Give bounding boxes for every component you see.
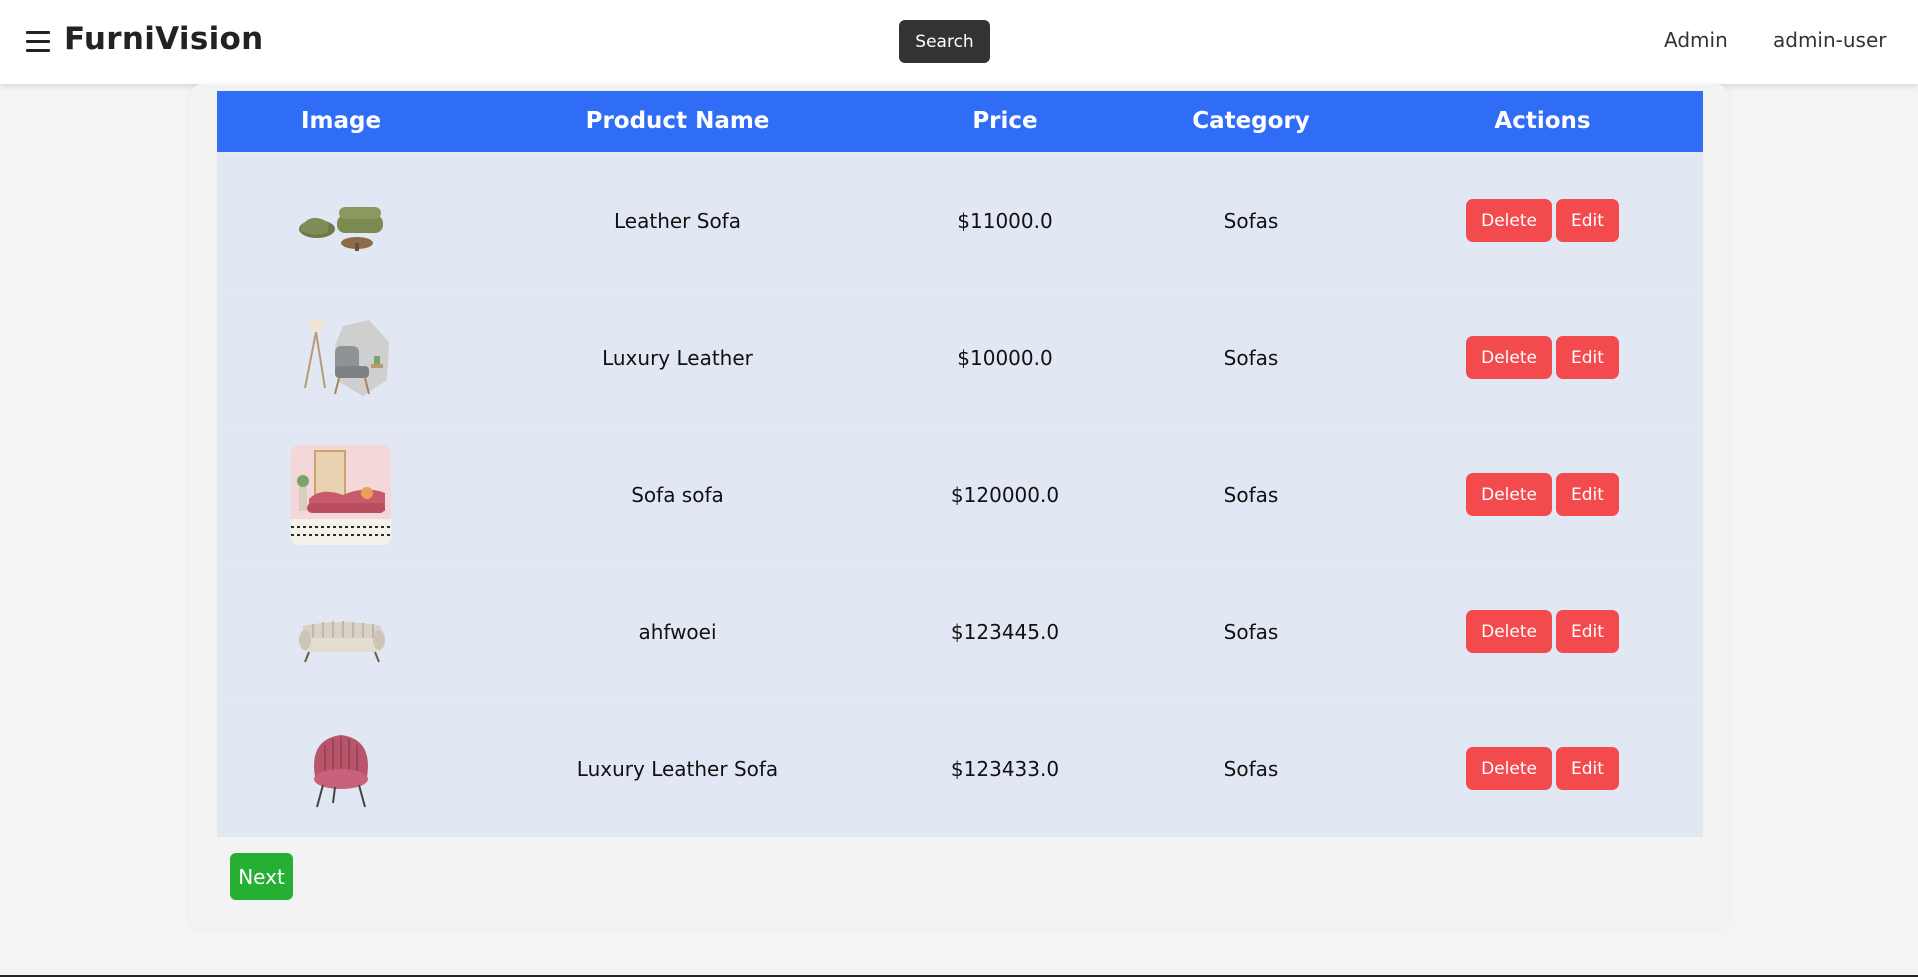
table-header-row: Image Product Name Price Category Action… bbox=[217, 91, 1703, 152]
delete-button[interactable]: Delete bbox=[1466, 199, 1552, 242]
price-cell: $123445.0 bbox=[890, 562, 1120, 700]
category-cell: Sofas bbox=[1120, 151, 1382, 289]
product-image bbox=[291, 582, 391, 682]
table-row: Luxury Leather $10000.0 Sofas Delete Edit bbox=[217, 288, 1703, 426]
product-image bbox=[291, 308, 391, 408]
product-name-cell: ahfwoei bbox=[465, 562, 890, 700]
product-image bbox=[291, 171, 391, 271]
category-cell: Sofas bbox=[1120, 699, 1382, 837]
column-header-price: Price bbox=[890, 91, 1120, 152]
image-cell bbox=[217, 562, 465, 700]
nav-link-admin-user[interactable]: admin-user bbox=[1773, 28, 1887, 52]
image-cell bbox=[217, 151, 465, 289]
edit-button[interactable]: Edit bbox=[1555, 336, 1619, 379]
table-row: Leather Sofa $11000.0 Sofas Delete Edit bbox=[217, 151, 1703, 289]
column-header-actions: Actions bbox=[1382, 91, 1703, 152]
image-cell bbox=[217, 699, 465, 837]
price-cell: $123433.0 bbox=[890, 699, 1120, 837]
column-header-product-name: Product Name bbox=[465, 91, 890, 152]
table-row: ahfwoei $123445.0 Sofas Delete Edit bbox=[217, 562, 1703, 700]
actions-cell: Delete Edit bbox=[1382, 288, 1703, 426]
edit-button[interactable]: Edit bbox=[1555, 747, 1619, 791]
column-header-category: Category bbox=[1120, 91, 1382, 152]
hamburger-menu-icon[interactable] bbox=[26, 26, 50, 56]
product-image bbox=[291, 444, 391, 545]
product-name-cell: Luxury Leather bbox=[465, 288, 890, 426]
products-table: Image Product Name Price Category Action… bbox=[217, 91, 1703, 837]
product-name-cell: Leather Sofa bbox=[465, 151, 890, 289]
product-name-cell: Luxury Leather Sofa bbox=[465, 699, 890, 837]
delete-button[interactable]: Delete bbox=[1466, 747, 1552, 791]
product-name-cell: Sofa sofa bbox=[465, 425, 890, 563]
category-cell: Sofas bbox=[1120, 288, 1382, 426]
table-row: Luxury Leather Sofa $123433.0 Sofas Dele… bbox=[217, 699, 1703, 837]
delete-button[interactable]: Delete bbox=[1466, 336, 1552, 379]
top-navbar: FurniVision Search Admin admin-user bbox=[0, 0, 1918, 84]
column-header-image: Image bbox=[217, 91, 465, 152]
actions-cell: Delete Edit bbox=[1382, 562, 1703, 700]
price-cell: $11000.0 bbox=[890, 151, 1120, 289]
edit-button[interactable]: Edit bbox=[1555, 610, 1619, 653]
next-page-button[interactable]: Next bbox=[230, 853, 293, 900]
category-cell: Sofas bbox=[1120, 562, 1382, 700]
delete-button[interactable]: Delete bbox=[1466, 473, 1552, 516]
actions-cell: Delete Edit bbox=[1382, 425, 1703, 563]
price-cell: $120000.0 bbox=[890, 425, 1120, 563]
table-row: Sofa sofa $120000.0 Sofas Delete Edit bbox=[217, 425, 1703, 563]
category-cell: Sofas bbox=[1120, 425, 1382, 563]
product-image bbox=[291, 719, 391, 819]
edit-button[interactable]: Edit bbox=[1555, 199, 1619, 242]
actions-cell: Delete Edit bbox=[1382, 699, 1703, 837]
image-cell bbox=[217, 425, 465, 563]
brand-logo[interactable]: FurniVision bbox=[64, 21, 264, 57]
edit-button[interactable]: Edit bbox=[1555, 473, 1619, 516]
image-cell bbox=[217, 288, 465, 426]
actions-cell: Delete Edit bbox=[1382, 151, 1703, 289]
price-cell: $10000.0 bbox=[890, 288, 1120, 426]
delete-button[interactable]: Delete bbox=[1466, 610, 1552, 653]
search-button[interactable]: Search bbox=[899, 20, 990, 63]
nav-link-admin[interactable]: Admin bbox=[1664, 28, 1728, 52]
